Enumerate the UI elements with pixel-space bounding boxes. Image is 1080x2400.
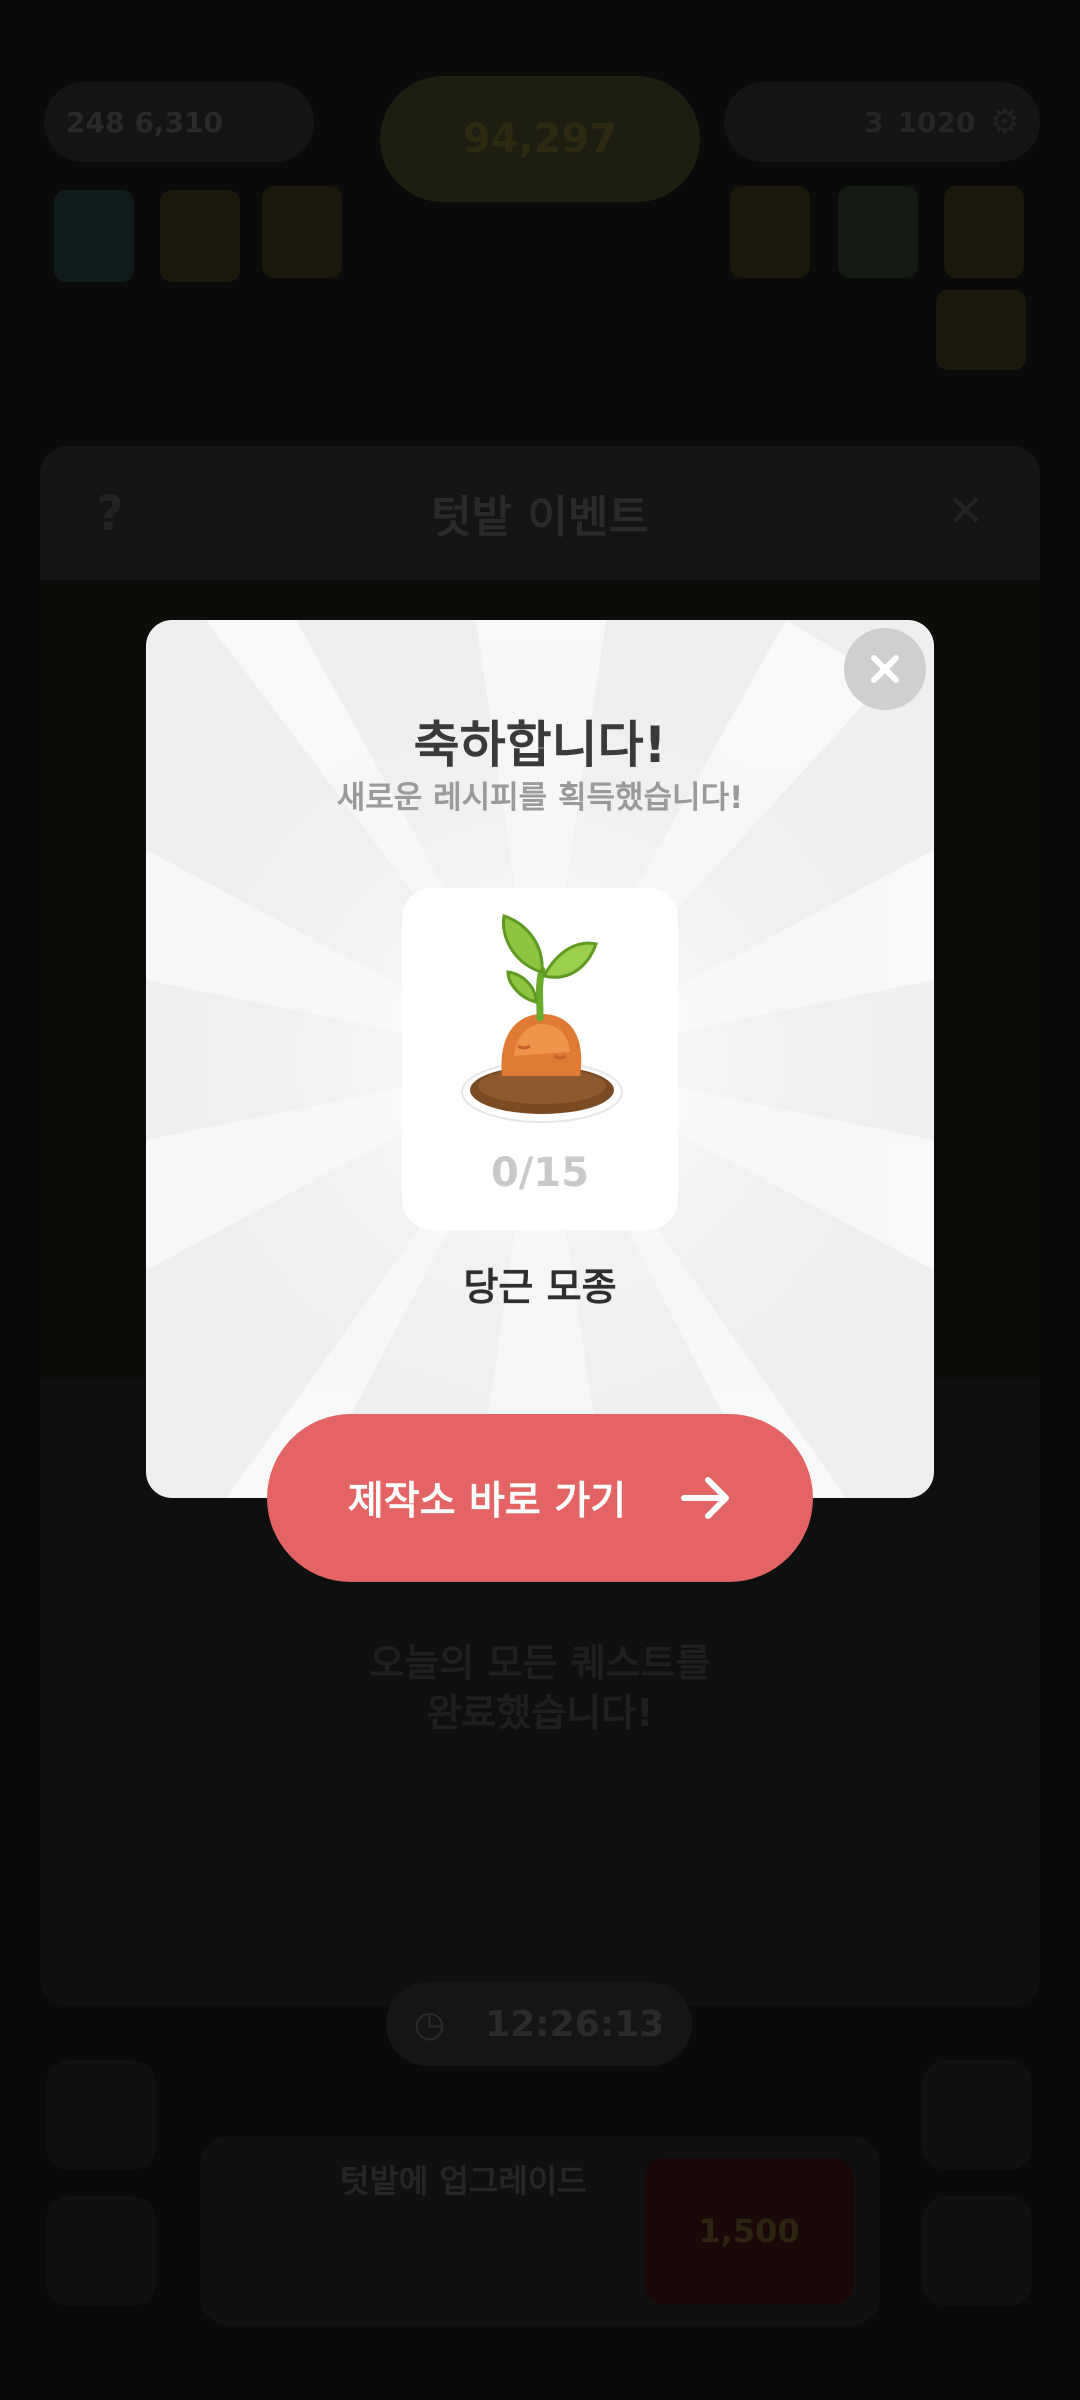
help-icon: ? (96, 486, 124, 542)
event-close-icon: ✕ (947, 486, 984, 537)
event-message-line-1: 오늘의 모든 퀘스트를 (369, 1641, 711, 1685)
event-timer: ◷ 12:26:13 (386, 1982, 692, 2066)
app-root: 248 6,310 94,297 3 1020 ⚙ ? 텃밭 이벤트 ✕ 오늘의… (0, 0, 1080, 2400)
upgrade-bar: 텃밭에 업그레이드 1,500 (200, 2136, 880, 2326)
resource-bar-right: 3 1020 ⚙ (724, 82, 1040, 162)
event-panel-header: ? 텃밭 이벤트 ✕ (40, 446, 1040, 580)
bell-button (922, 2060, 1032, 2170)
modal-subtitle: 새로운 레시피를 획득했습니다! (336, 780, 744, 816)
event-panel-title: 텃밭 이벤트 (431, 492, 649, 543)
resource-bar-left: 248 6,310 (44, 82, 314, 162)
character-button (46, 2196, 156, 2306)
coin-amount: 94,297 (462, 116, 618, 162)
resource-value-2: 6,310 (134, 105, 224, 139)
resource-value-3: 3 (864, 105, 884, 139)
profile-icon (160, 190, 240, 282)
arrow-right-icon (681, 1477, 730, 1519)
reward-item-card: 0/15 (402, 888, 678, 1230)
go-to-workshop-button[interactable]: 제작소 바로 가기 (267, 1414, 813, 1582)
event-message-line-2: 완료했습니다! (426, 1691, 654, 1735)
resource-value-4: 1020 (897, 105, 976, 139)
coin-balance-pill: 94,297 (380, 76, 700, 202)
clipboard-icon (838, 186, 918, 278)
event-message: 오늘의 모든 퀘스트를 완료했습니다! (0, 1638, 1080, 1738)
modal-title: 축하합니다! (413, 716, 667, 774)
camera-button (922, 2196, 1032, 2306)
trophy-icon (730, 186, 810, 278)
settings-icon: ⚙ (989, 102, 1020, 142)
upgrade-button: 1,500 (644, 2158, 854, 2304)
resource-value-1: 248 (66, 105, 125, 139)
modal-close-button[interactable] (844, 628, 926, 710)
carrot-seedling-icon (461, 914, 623, 1123)
megaphone-icon (936, 290, 1026, 370)
book-icon (54, 190, 134, 282)
item-name: 당근 모종 (463, 1265, 617, 1309)
mail-icon (944, 186, 1024, 278)
go-button-label: 제작소 바로 가기 (347, 1479, 627, 1524)
clock-icon: ◷ (413, 2003, 446, 2045)
home-button (46, 2060, 156, 2170)
upgrade-title: 텃밭에 업그레이드 (340, 2162, 587, 2200)
timer-value: 12:26:13 (485, 2003, 665, 2045)
money-bag-icon (262, 186, 342, 278)
close-icon (871, 655, 899, 683)
item-count: 0/15 (490, 1150, 590, 1196)
